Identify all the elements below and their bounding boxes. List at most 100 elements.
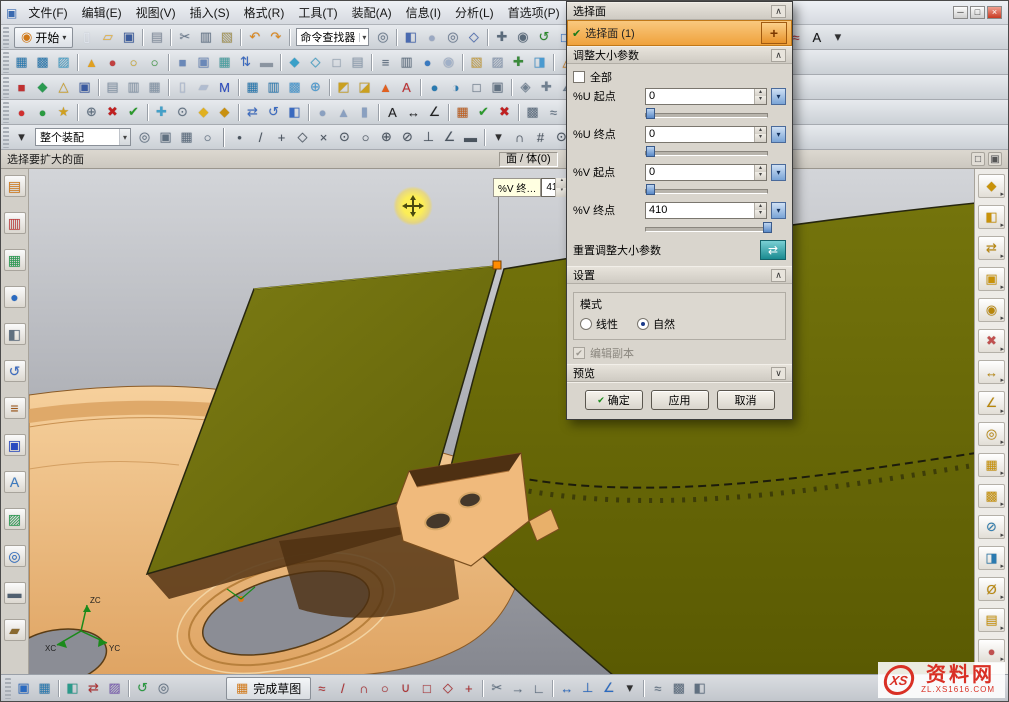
select-face-row[interactable]: ✔ 选择面 (1) + — [567, 20, 792, 46]
snap-midpoint-icon[interactable]: + — [271, 127, 292, 148]
value-options-button[interactable]: ▾ — [771, 202, 786, 219]
reattach-icon[interactable]: ⇄ — [83, 678, 104, 699]
snap-point-icon[interactable]: • — [229, 127, 250, 148]
sketch-circle-icon[interactable]: ○ — [374, 678, 395, 699]
part-navigator-icon[interactable]: ▦ — [4, 249, 26, 271]
cut-icon[interactable]: ✂ — [174, 27, 195, 48]
sketch-fillet-icon[interactable]: ∪ — [395, 678, 416, 699]
half-gold2-icon[interactable]: ◪ — [354, 77, 375, 98]
browser-icon[interactable]: ◎ — [4, 545, 26, 567]
menu-file[interactable]: 文件(F) — [21, 1, 74, 24]
shade-icon[interactable]: ▨ — [487, 52, 508, 73]
measure-icon[interactable]: Ø▸ — [978, 577, 1005, 601]
mesh-icon[interactable]: ▨ — [53, 52, 74, 73]
constraint-navigator-icon[interactable]: ▥ — [4, 212, 26, 234]
square-outline-icon[interactable]: □ — [466, 77, 487, 98]
pattern-curve-icon[interactable]: ▩ — [668, 678, 689, 699]
move-face-icon[interactable]: ◆▸ — [978, 174, 1005, 198]
type-filter-icon[interactable]: ▾ — [11, 127, 32, 148]
spinner-icon[interactable]: ▴▾ — [754, 89, 766, 104]
quick-trim-icon[interactable]: ✂ — [486, 678, 507, 699]
grid-blue-icon[interactable]: ▦ — [242, 77, 263, 98]
film-icon[interactable]: ▤ — [102, 77, 123, 98]
gold-diamond2-icon[interactable]: ◆ — [214, 102, 235, 123]
drag-handle[interactable] — [493, 261, 501, 269]
resize-blend-icon[interactable]: ◉▸ — [978, 298, 1005, 322]
collapse-chevron-icon[interactable]: ∧ — [771, 5, 786, 18]
anchor-icon[interactable]: ⊙ — [172, 102, 193, 123]
group-face-icon[interactable]: ▩▸ — [978, 484, 1005, 508]
touch-panel-icon[interactable]: ▰ — [4, 619, 26, 641]
offset-region-icon[interactable]: ⇄▸ — [978, 236, 1005, 260]
undo-icon[interactable]: ↶ — [244, 27, 265, 48]
reset-resize-button[interactable]: ⇄ — [760, 240, 786, 260]
menu-format[interactable]: 格式(R) — [237, 1, 292, 24]
slider-thumb[interactable] — [646, 184, 655, 195]
tri-gold-icon[interactable]: △ — [53, 77, 74, 98]
ok-check-icon[interactable]: ✔ — [123, 102, 144, 123]
redo-icon[interactable]: ↷ — [265, 27, 286, 48]
slider-thumb[interactable] — [763, 222, 772, 233]
pull-face-icon[interactable]: ◧▸ — [978, 205, 1005, 229]
screenshot-icon[interactable]: ◎ — [372, 27, 393, 48]
spinner-icon[interactable]: ▴▾ — [754, 127, 766, 142]
block-icon[interactable]: ■ — [172, 52, 193, 73]
orient-sketch-icon[interactable]: ◧ — [62, 678, 83, 699]
diamond-outline-icon[interactable]: ◇ — [305, 52, 326, 73]
update-icon[interactable]: ↺ — [132, 678, 153, 699]
spinner-icon[interactable]: ▴▾ — [754, 165, 766, 180]
snap-arc-center-icon[interactable]: ⊙ — [334, 127, 355, 148]
sphere-red-icon[interactable]: ● — [102, 52, 123, 73]
toolbar-grip[interactable] — [3, 127, 9, 148]
v-end-input[interactable] — [646, 203, 766, 218]
snap-existing-icon[interactable]: ⊕ — [376, 127, 397, 148]
value-options-button[interactable]: ▾ — [771, 88, 786, 105]
preview-section-header[interactable]: 预览 ∨ — [567, 364, 792, 382]
text-icon[interactable]: A — [806, 27, 827, 48]
snap-endpoint-icon[interactable]: / — [250, 127, 271, 148]
constraints-icon[interactable]: ⊥ — [577, 678, 598, 699]
diamond-cyan-icon[interactable]: ◆ — [284, 52, 305, 73]
select-face-section-header[interactable]: 选择面 ∧ — [567, 2, 792, 20]
gold-diamond-icon[interactable]: ◆ — [193, 102, 214, 123]
menu-insert[interactable]: 插入(S) — [183, 1, 237, 24]
dim-linear-icon[interactable]: ↔ — [403, 102, 424, 123]
pocket-icon[interactable]: ▦ — [214, 52, 235, 73]
expand-chevron-icon[interactable]: ∨ — [771, 367, 786, 380]
parameter-slider[interactable] — [645, 183, 784, 197]
isometric-view-icon[interactable]: ◇ — [463, 27, 484, 48]
sphere-gray-icon[interactable]: ● — [312, 102, 333, 123]
selection-scope-combo[interactable]: 整个装配 ▾ — [35, 128, 131, 146]
view-orient-icon[interactable]: ◧ — [400, 27, 421, 48]
bottom-more-arrow[interactable]: ▾ — [619, 678, 640, 699]
grid-icon[interactable]: ▦ — [144, 77, 165, 98]
paste-icon[interactable]: ▧ — [216, 27, 237, 48]
half-blue-icon[interactable]: ◑ — [445, 77, 466, 98]
collapse-chevron-icon[interactable]: ∧ — [771, 49, 786, 62]
pattern-icon[interactable]: ▩ — [522, 102, 543, 123]
cad-model-canvas[interactable]: ZC XC YC — [29, 169, 976, 676]
cone-icon[interactable]: ▲ — [333, 102, 354, 123]
sketch-point-icon[interactable]: + — [458, 678, 479, 699]
snap-grid-icon[interactable]: # — [530, 127, 551, 148]
apply-button[interactable]: 应用 — [651, 390, 709, 410]
offset-curve-icon[interactable]: ≈ — [647, 678, 668, 699]
radial-dim-icon[interactable]: ◎▸ — [978, 422, 1005, 446]
snap-curve-icon[interactable]: ∩ — [509, 127, 530, 148]
zoom-icon[interactable]: ◉ — [512, 27, 533, 48]
target-blue-icon[interactable]: ⊕ — [305, 77, 326, 98]
close-button[interactable]: × — [987, 6, 1002, 19]
finish-sketch-button[interactable]: ▦ 完成草图 — [226, 677, 311, 700]
mesh-blue-icon[interactable]: ▩ — [284, 77, 305, 98]
pan-icon[interactable]: ✚ — [491, 27, 512, 48]
slider-thumb[interactable] — [646, 108, 655, 119]
shade-panel-icon[interactable]: ▬ — [4, 582, 26, 604]
menu-analysis[interactable]: 分析(L) — [448, 1, 501, 24]
lasso-icon[interactable]: ○ — [197, 127, 218, 148]
scale-icon[interactable]: ▲ — [81, 52, 102, 73]
plus-cyan-icon[interactable]: ✚ — [151, 102, 172, 123]
letter-a-red-icon[interactable]: A — [396, 77, 417, 98]
copy-icon[interactable]: ▥ — [195, 27, 216, 48]
new-file-icon[interactable]: ▯ — [76, 27, 97, 48]
rotate-obj-icon[interactable]: ↺ — [263, 102, 284, 123]
